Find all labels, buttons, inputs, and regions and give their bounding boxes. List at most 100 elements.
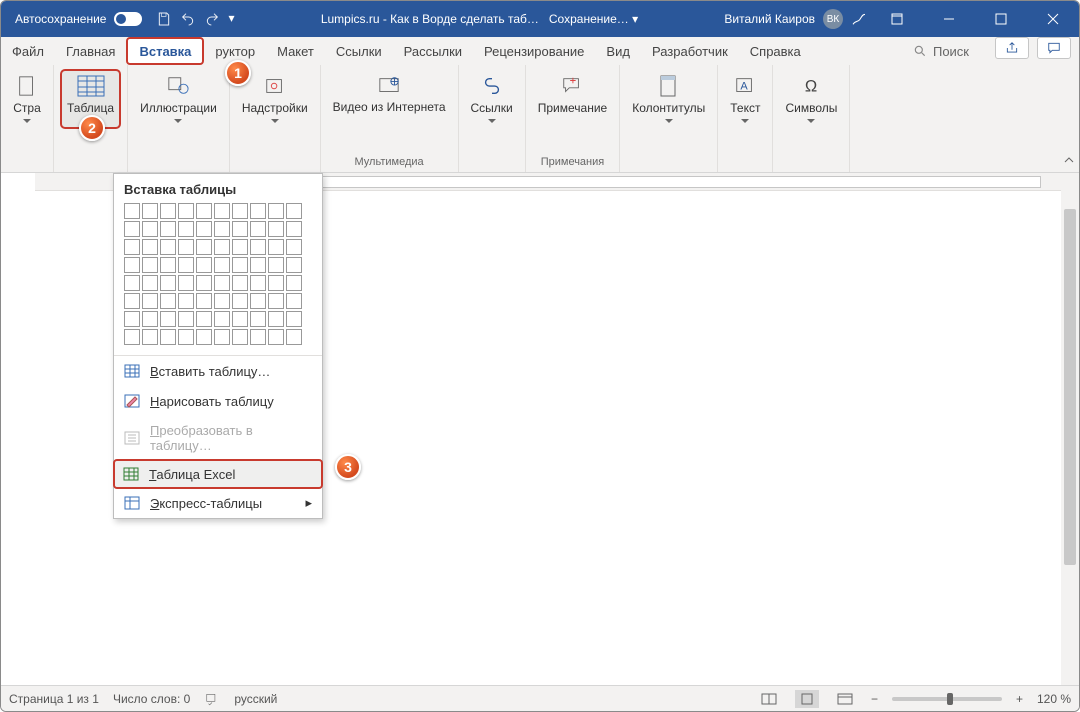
grid-cell[interactable]: [250, 257, 266, 273]
zoom-out-button[interactable]: −: [871, 692, 878, 706]
spellcheck-icon[interactable]: [204, 692, 220, 706]
draw-mode-icon[interactable]: [851, 11, 867, 27]
grid-cell[interactable]: [160, 257, 176, 273]
grid-cell[interactable]: [142, 293, 158, 309]
zoom-slider[interactable]: [892, 697, 1002, 701]
online-video-button[interactable]: Видео из Интернета: [327, 69, 452, 118]
grid-cell[interactable]: [250, 275, 266, 291]
grid-cell[interactable]: [124, 257, 140, 273]
grid-cell[interactable]: [268, 311, 284, 327]
grid-cell[interactable]: [232, 329, 248, 345]
illustrations-button[interactable]: Иллюстрации: [134, 69, 223, 131]
grid-cell[interactable]: [250, 239, 266, 255]
autosave-toggle[interactable]: [114, 12, 142, 26]
grid-cell[interactable]: [196, 293, 212, 309]
search-box[interactable]: Поиск: [913, 37, 987, 65]
grid-cell[interactable]: [124, 275, 140, 291]
grid-cell[interactable]: [268, 275, 284, 291]
grid-cell[interactable]: [160, 275, 176, 291]
grid-cell[interactable]: [214, 203, 230, 219]
collapse-ribbon-button[interactable]: [1059, 65, 1079, 172]
grid-cell[interactable]: [124, 221, 140, 237]
grid-cell[interactable]: [214, 329, 230, 345]
grid-cell[interactable]: [286, 221, 302, 237]
grid-cell[interactable]: [196, 311, 212, 327]
tab-file[interactable]: Файл: [1, 37, 55, 65]
grid-cell[interactable]: [250, 203, 266, 219]
grid-cell[interactable]: [178, 329, 194, 345]
grid-cell[interactable]: [268, 293, 284, 309]
grid-cell[interactable]: [196, 203, 212, 219]
grid-cell[interactable]: [160, 329, 176, 345]
grid-cell[interactable]: [268, 257, 284, 273]
grid-cell[interactable]: [124, 203, 140, 219]
print-layout-button[interactable]: [795, 690, 819, 708]
grid-cell[interactable]: [286, 275, 302, 291]
grid-cell[interactable]: [232, 203, 248, 219]
grid-cell[interactable]: [160, 221, 176, 237]
grid-cell[interactable]: [178, 311, 194, 327]
grid-cell[interactable]: [142, 257, 158, 273]
grid-cell[interactable]: [232, 239, 248, 255]
word-count[interactable]: Число слов: 0: [113, 692, 190, 706]
grid-cell[interactable]: [286, 257, 302, 273]
maximize-button[interactable]: [979, 1, 1023, 37]
grid-cell[interactable]: [214, 275, 230, 291]
grid-cell[interactable]: [142, 221, 158, 237]
minimize-button[interactable]: [927, 1, 971, 37]
grid-cell[interactable]: [214, 221, 230, 237]
saving-status[interactable]: Сохранение… ▾: [549, 12, 638, 26]
grid-cell[interactable]: [196, 329, 212, 345]
grid-cell[interactable]: [178, 203, 194, 219]
tab-insert[interactable]: Вставка: [126, 37, 204, 65]
grid-cell[interactable]: [160, 203, 176, 219]
grid-cell[interactable]: [178, 275, 194, 291]
grid-cell[interactable]: [178, 293, 194, 309]
redo-icon[interactable]: [204, 11, 220, 27]
tab-home[interactable]: Главная: [55, 37, 126, 65]
grid-cell[interactable]: [196, 275, 212, 291]
grid-cell[interactable]: [124, 311, 140, 327]
tab-layout[interactable]: Макет: [266, 37, 325, 65]
menu-quick-tables[interactable]: Экспресс-таблицы ▸: [114, 488, 322, 518]
text-button[interactable]: A Текст: [724, 69, 766, 131]
zoom-level[interactable]: 120 %: [1037, 692, 1071, 706]
grid-cell[interactable]: [160, 293, 176, 309]
grid-cell[interactable]: [268, 239, 284, 255]
grid-cell[interactable]: [232, 221, 248, 237]
menu-insert-table[interactable]: ВВставить таблицу…ставить таблицу…: [114, 356, 322, 386]
grid-cell[interactable]: [160, 311, 176, 327]
menu-draw-table[interactable]: Нарисовать таблицу: [114, 386, 322, 416]
grid-cell[interactable]: [286, 239, 302, 255]
tab-view[interactable]: Вид: [595, 37, 641, 65]
grid-cell[interactable]: [196, 239, 212, 255]
grid-cell[interactable]: [250, 311, 266, 327]
language[interactable]: русский: [234, 692, 277, 706]
page-count[interactable]: Страница 1 из 1: [9, 692, 99, 706]
grid-cell[interactable]: [142, 311, 158, 327]
grid-cell[interactable]: [124, 239, 140, 255]
vertical-scrollbar[interactable]: [1061, 173, 1079, 685]
grid-cell[interactable]: [250, 293, 266, 309]
table-size-grid[interactable]: [114, 203, 322, 355]
tab-developer[interactable]: Разработчик: [641, 37, 739, 65]
pages-button[interactable]: Стра: [7, 69, 47, 131]
grid-cell[interactable]: [214, 239, 230, 255]
grid-cell[interactable]: [232, 311, 248, 327]
grid-cell[interactable]: [196, 221, 212, 237]
grid-cell[interactable]: [286, 311, 302, 327]
grid-cell[interactable]: [196, 257, 212, 273]
grid-cell[interactable]: [142, 239, 158, 255]
grid-cell[interactable]: [124, 329, 140, 345]
comment-button[interactable]: Примечание: [532, 69, 613, 119]
grid-cell[interactable]: [232, 293, 248, 309]
grid-cell[interactable]: [142, 203, 158, 219]
grid-cell[interactable]: [214, 293, 230, 309]
headerfooter-button[interactable]: Колонтитулы: [626, 69, 711, 131]
grid-cell[interactable]: [124, 293, 140, 309]
grid-cell[interactable]: [286, 329, 302, 345]
grid-cell[interactable]: [178, 257, 194, 273]
grid-cell[interactable]: [286, 203, 302, 219]
grid-cell[interactable]: [142, 275, 158, 291]
read-mode-button[interactable]: [757, 690, 781, 708]
